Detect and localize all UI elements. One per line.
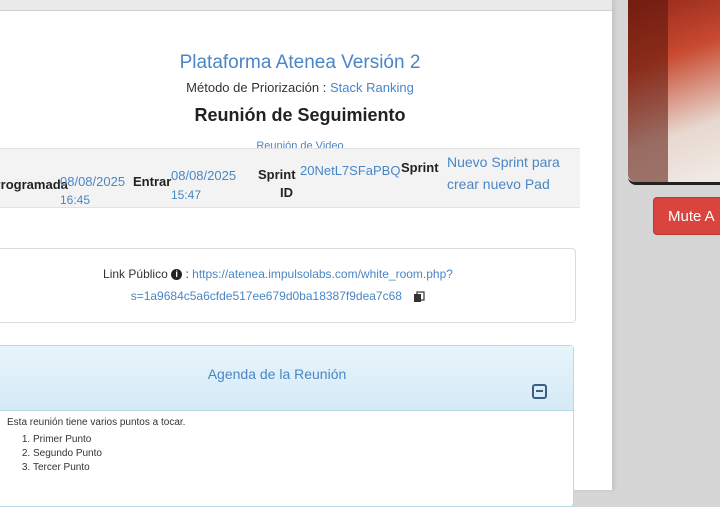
agenda-item: Segundo Punto	[33, 448, 573, 459]
mute-audio-button[interactable]: Mute A	[653, 197, 720, 235]
agenda-title: Agenda de la Reunión	[207, 366, 347, 382]
sprint-label: Sprint	[401, 160, 439, 175]
collapse-icon[interactable]	[532, 384, 547, 399]
meeting-header: Plataforma Atenea Versión 2 Método de Pr…	[0, 30, 600, 152]
agenda-list: Primer Punto Segundo Punto Tercer Punto	[7, 434, 573, 473]
scheduled-date: 08/08/2025	[60, 174, 126, 189]
sprint-name-line1: Nuevo Sprint para	[447, 154, 560, 170]
agenda-item: Tercer Punto	[33, 462, 573, 473]
sprint-id-label: Sprint	[258, 167, 296, 182]
public-link-url-token[interactable]: s=1a9684c5a6cfde517ee679d0ba18387f9dea7c…	[131, 289, 402, 303]
method-label: Método de Priorización :	[186, 80, 327, 95]
enter-time: 15:47	[171, 188, 202, 202]
public-link-label: Link Público	[103, 267, 168, 281]
agenda-body: Esta reunión tiene varios puntos a tocar…	[0, 411, 573, 473]
agenda-intro: Esta reunión tiene varios puntos a tocar…	[7, 417, 186, 428]
sprint-name-line2: crear nuevo Pad	[447, 176, 550, 192]
info-icon[interactable]: i	[171, 269, 183, 281]
scheduled-time: 16:45	[60, 193, 91, 207]
public-link-box: Link Público i : https://atenea.impulsol…	[0, 248, 576, 323]
meeting-title: Reunión de Seguimiento	[194, 105, 406, 125]
meeting-info-row: Programada 08/08/2025 16:45 Entrar 08/08…	[0, 148, 580, 208]
agenda-header[interactable]: Agenda de la Reunión	[0, 346, 573, 411]
sprint-id-value: 20NetL7SFaPBQ	[300, 163, 401, 178]
enter-date: 08/08/2025	[171, 168, 237, 183]
agenda-panel: Agenda de la Reunión Esta reunión tiene …	[0, 345, 574, 507]
public-link-line2: s=1a9684c5a6cfde517ee679d0ba18387f9dea7c…	[0, 289, 575, 303]
platform-title: Plataforma Atenea Versión 2	[179, 52, 421, 73]
colon: :	[185, 267, 189, 281]
method-value: Stack Ranking	[329, 80, 414, 95]
scheduled-label: Programada	[0, 177, 68, 192]
public-link-url[interactable]: https://atenea.impulsolabs.com/white_roo…	[192, 267, 453, 281]
sprint-id-label-id: ID	[280, 185, 293, 200]
public-link-line1: Link Público i : https://atenea.impulsol…	[0, 267, 575, 281]
prioritization-method: Método de Priorización : Stack Ranking	[0, 80, 600, 95]
agenda-item: Primer Punto	[33, 434, 573, 445]
participant-video[interactable]	[628, 0, 720, 185]
enter-label: Entrar	[133, 174, 172, 189]
top-strip: ...	[0, 0, 612, 11]
video-shade	[628, 0, 668, 182]
copy-icon[interactable]	[413, 291, 425, 303]
